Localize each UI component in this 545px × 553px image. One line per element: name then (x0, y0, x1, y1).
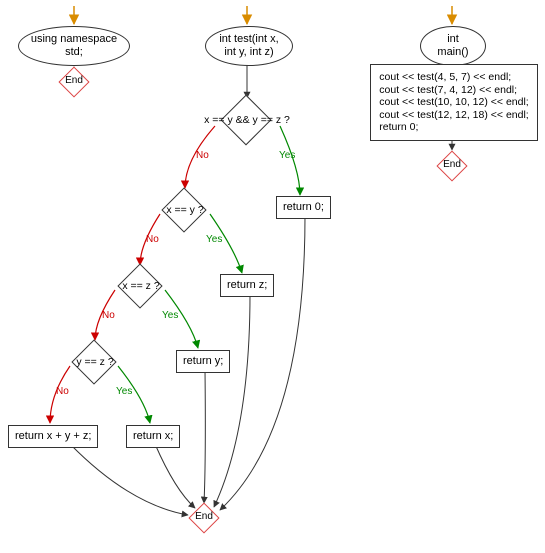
return-x: return x; (126, 425, 180, 448)
main-body: cout << test(4, 5, 7) << endl; cout << t… (370, 64, 538, 141)
d1-yes: Yes (279, 150, 295, 161)
d4-text: y == z ? (50, 356, 140, 368)
d2-no: No (146, 234, 159, 245)
d2-text: x == y ? (140, 204, 230, 216)
d1-text: x == y && y == z ? (180, 114, 314, 126)
d1-no: No (196, 150, 209, 161)
decision-d3: x == z ? (96, 264, 186, 308)
return-x-text: return x; (133, 430, 173, 443)
start-main: int main() (420, 26, 486, 66)
d3-yes: Yes (162, 310, 178, 321)
decision-d1: x == y && y == z ? (180, 98, 314, 142)
main-label: int main() (431, 33, 475, 59)
start-test: int test(int x, int y, int z) (205, 26, 293, 66)
d4-no: No (56, 386, 69, 397)
return-z: return z; (220, 274, 274, 297)
end-node-col2: End (188, 502, 220, 534)
test-signature: int test(int x, int y, int z) (219, 33, 278, 59)
end-label: End (188, 511, 220, 522)
return-z-text: return z; (227, 279, 267, 292)
d3-no: No (102, 310, 115, 321)
end-label: End (436, 159, 468, 170)
d2-yes: Yes (206, 234, 222, 245)
return-0-text: return 0; (283, 201, 324, 214)
end-node-col3: End (436, 150, 468, 182)
start-label: using namespace std; (29, 33, 119, 59)
decision-d2: x == y ? (140, 188, 230, 232)
return-y-text: return y; (183, 355, 223, 368)
start-using-namespace: using namespace std; (18, 26, 130, 66)
d4-yes: Yes (116, 386, 132, 397)
return-y: return y; (176, 350, 230, 373)
d3-text: x == z ? (96, 280, 186, 292)
main-body-text: cout << test(4, 5, 7) << endl; cout << t… (379, 71, 528, 134)
return-sum: return x + y + z; (8, 425, 98, 448)
end-label: End (58, 75, 90, 86)
decision-d4: y == z ? (50, 340, 140, 384)
return-sum-text: return x + y + z; (15, 430, 91, 443)
return-0: return 0; (276, 196, 331, 219)
end-node-col1: End (58, 66, 90, 98)
